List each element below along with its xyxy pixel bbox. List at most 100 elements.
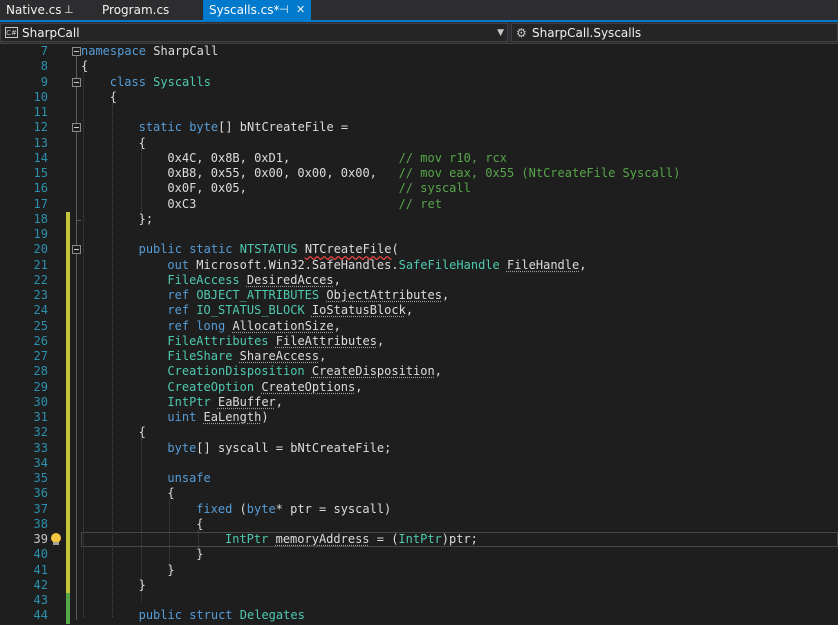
fold-outline-line [76,132,77,224]
code-line[interactable]: { [81,59,88,74]
line-number: 27 [33,349,48,363]
change-indicator [66,532,70,548]
collapse-toggle-icon[interactable] [72,47,81,56]
code-line[interactable]: static byte[] bNtCreateFile = [139,120,349,135]
change-indicator [66,410,70,426]
pin-icon[interactable]: ⊣ [279,0,289,20]
code-line[interactable]: out Microsoft.Win32.SafeHandles.SafeFile… [167,258,586,273]
collapse-toggle-icon[interactable] [72,77,81,87]
code-line[interactable]: { [139,425,146,440]
code-line[interactable]: byte[] syscall = bNtCreateFile; [167,441,391,456]
lightbulb-icon[interactable] [50,533,62,546]
collapse-toggle-icon[interactable] [72,123,81,133]
line-number: 12 [33,120,48,135]
line-number: 9 [40,74,48,89]
line-number: 42 [33,577,48,592]
line-number: 13 [33,135,48,150]
code-line[interactable]: unsafe [167,471,210,486]
code-line[interactable]: class Syscalls [110,75,211,90]
line-number: 40 [33,547,48,562]
line-number: 35 [33,471,48,485]
tab-syscalls-cs[interactable]: Syscalls.cs* ⊣ ✕ [203,0,311,20]
code-line[interactable]: ref long AllocationSize, [167,319,340,334]
code-line[interactable]: FileAccess DesiredAcces, [167,273,340,288]
line-number: 17 [33,196,48,211]
line-number: 30 [33,394,48,409]
change-indicator [66,257,70,274]
tab-program-cs[interactable]: Program.cs [96,0,196,20]
navigation-bar: C# SharpCall ▼ ⚙ SharpCall.Syscalls [0,22,838,44]
csharp-project-icon: C# [5,27,18,38]
code-line[interactable]: }; [139,212,153,227]
line-number: 39 [33,532,48,546]
code-line[interactable]: public struct Delegates [139,608,305,623]
change-indicator [66,425,70,441]
project-dropdown[interactable]: C# SharpCall ▼ [0,23,508,42]
change-indicator [66,288,70,304]
line-number: 16 [33,181,48,196]
change-indicator [66,211,70,228]
member-name: SharpCall.Syscalls [532,26,642,40]
change-indicator [66,333,70,350]
code-line[interactable]: IntPtr EaBuffer, [167,395,283,410]
collapse-toggle-icon[interactable] [72,245,81,255]
change-indicator [66,364,70,380]
tab-label: Program.cs [102,3,170,17]
code-line[interactable]: IntPtr memoryAddress = (IntPtr)ptr; [225,532,478,547]
code-line[interactable]: ref IO_STATUS_BLOCK IoStatusBlock, [167,303,413,318]
code-line[interactable]: namespace SharpCall [81,44,218,59]
change-indicator [66,242,70,258]
change-indicator [66,547,70,563]
code-line[interactable]: { [110,90,117,105]
line-number: 25 [33,318,48,333]
code-line[interactable]: 0xC3 // ret [167,197,442,212]
line-number: 23 [33,288,48,302]
code-line[interactable]: FileShare ShareAccess, [167,349,326,364]
line-number: 20 [33,242,48,257]
change-indicator [66,272,70,289]
pin-icon[interactable]: ⊥ [64,0,74,20]
line-number: 26 [33,333,48,348]
change-indicator [66,593,70,609]
code-line[interactable]: public static NTSTATUS NTCreateFile( [139,242,399,257]
line-number: 29 [33,379,48,394]
fold-outline-end [76,219,81,221]
change-indicator [66,501,70,518]
line-number: 15 [33,166,48,180]
indent-guide [140,148,142,221]
line-number: 8 [40,59,48,74]
chevron-down-icon: ▼ [497,28,504,38]
class-icon: ⚙ [516,26,527,40]
tab-label: Native.cs [6,3,62,17]
line-number: 41 [33,562,48,577]
line-number: 34 [33,455,48,470]
change-indicator [66,577,70,594]
code-line[interactable]: uint EaLength) [167,410,268,425]
code-line[interactable]: ref OBJECT_ATTRIBUTES ObjectAttributes, [167,288,449,303]
change-indicator [66,486,70,502]
close-icon[interactable]: ✕ [296,0,305,20]
code-line[interactable]: 0xB8, 0x55, 0x00, 0x00, 0x00, // mov eax… [167,166,680,181]
tab-native-cs[interactable]: Native.cs ⊥ [0,0,82,20]
code-line[interactable]: } [167,563,174,578]
code-line[interactable]: CreationDisposition CreateDisposition, [167,364,442,379]
code-line[interactable]: { [196,517,203,532]
code-line[interactable]: { [167,486,174,501]
code-line[interactable]: } [196,547,203,562]
line-number: 28 [33,364,48,379]
code-line[interactable]: { [139,136,146,151]
code-line[interactable]: FileAttributes FileAttributes, [167,334,384,349]
member-dropdown[interactable]: ⚙ SharpCall.Syscalls [511,23,838,42]
code-line[interactable]: CreateOption CreateOptions, [167,380,362,395]
line-number: 21 [33,257,48,272]
line-number: 44 [33,608,48,623]
code-line[interactable]: 0x4C, 0x8B, 0xD1, // mov r10, rcx [167,151,507,166]
change-indicator [66,394,70,411]
code-editor[interactable]: 7 8 9 10 11 12 13 14 15 16 17 18 19 20 21 22 23 24 25 26 27 2… [0,44,838,625]
line-number: 24 [33,303,48,318]
code-line[interactable]: 0x0F, 0x05, // syscall [167,181,470,196]
tab-label: Syscalls.cs* [209,3,280,17]
code-line[interactable]: fixed (byte* ptr = syscall) [196,502,391,517]
line-number: 11 [33,105,48,119]
code-line[interactable]: } [139,578,146,593]
